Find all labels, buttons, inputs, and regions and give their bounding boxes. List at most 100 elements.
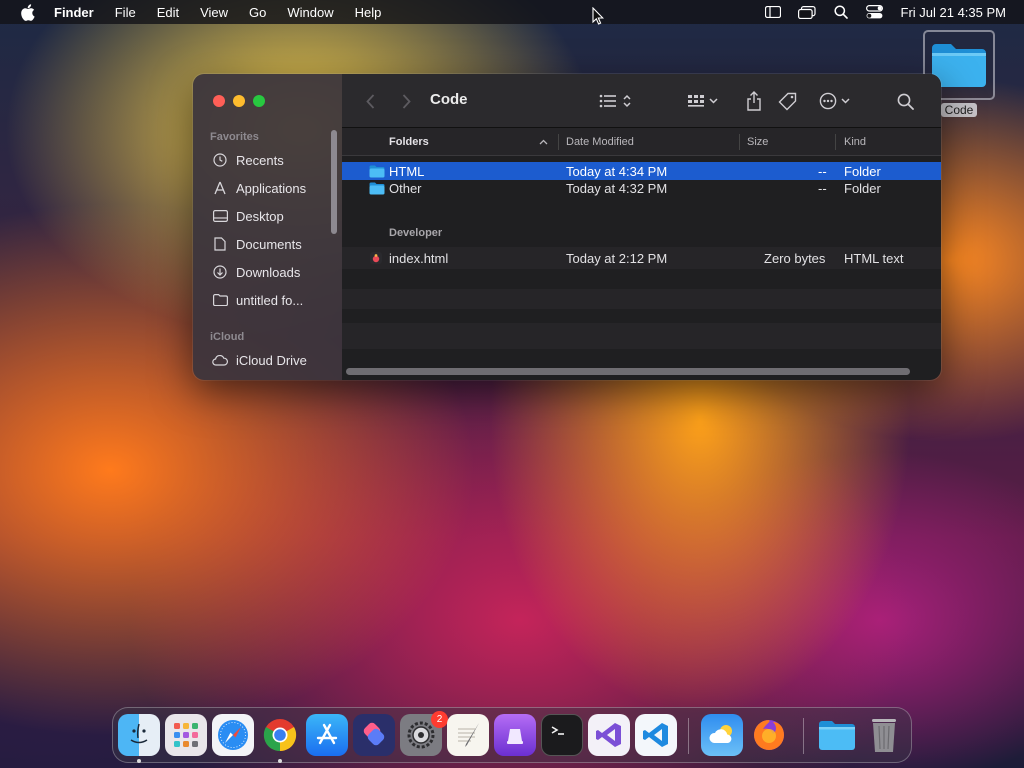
- running-indicator: [278, 759, 282, 763]
- file-name: index.html: [389, 250, 449, 266]
- menu-bar: Finder File Edit View Go Window Help Fri…: [0, 0, 1024, 24]
- close-window-button[interactable]: [213, 95, 225, 107]
- app-store-icon[interactable]: [306, 714, 348, 756]
- column-divider[interactable]: [558, 134, 559, 150]
- finder-icon[interactable]: [118, 714, 160, 756]
- forward-button[interactable]: [398, 90, 414, 112]
- screen-mirroring-icon[interactable]: [797, 3, 817, 21]
- menu-clock[interactable]: Fri Jul 21 4:35 PM: [901, 5, 1007, 20]
- empty-row-stripe: [342, 329, 941, 349]
- column-header-name[interactable]: Folders: [389, 128, 429, 156]
- firefox-icon[interactable]: [748, 714, 790, 756]
- visual-studio-icon[interactable]: [588, 714, 630, 756]
- chevron-left-icon: [365, 93, 374, 109]
- window-title: Code: [430, 91, 468, 108]
- sidebar-item-label: Desktop: [236, 208, 284, 224]
- column-header-row: Folders Date Modified Size Kind: [342, 128, 941, 156]
- control-center-icon[interactable]: [865, 3, 885, 21]
- list-view-icon: [599, 94, 631, 108]
- vscode-icon[interactable]: [635, 714, 677, 756]
- sidebar-item-label: Applications: [236, 180, 307, 196]
- sidebar-item-label: Recents: [236, 152, 284, 168]
- dock-separator: [803, 718, 804, 754]
- sidebar-item-icloud-drive[interactable]: iCloud Drive: [212, 349, 307, 371]
- column-header-date[interactable]: Date Modified: [566, 128, 634, 156]
- zoom-window-button[interactable]: [253, 95, 265, 107]
- sidebar-heading-favorites: Favorites: [210, 131, 259, 143]
- more-actions-button[interactable]: [819, 90, 855, 112]
- file-date: Today at 2:12 PM: [566, 250, 668, 266]
- sidebar-item-desktop[interactable]: Desktop: [212, 205, 284, 227]
- table-row[interactable]: Other Today at 4:32 PM -- Folder: [342, 179, 941, 197]
- window-controls: [213, 95, 265, 107]
- chrome-icon[interactable]: [259, 714, 301, 756]
- desktop-folder-label: Code: [940, 103, 978, 117]
- trash-icon[interactable]: [863, 714, 905, 756]
- finder-content: Code Folders Date Modified Size Kind HTM…: [342, 74, 941, 380]
- notification-badge: 2: [431, 711, 448, 728]
- sidebar-item-recents[interactable]: Recents: [212, 149, 284, 171]
- running-indicator: [137, 759, 141, 763]
- file-kind: Folder: [844, 163, 881, 179]
- file-size: --: [818, 180, 827, 196]
- sort-ascending-icon[interactable]: [539, 128, 548, 156]
- column-divider[interactable]: [835, 134, 836, 150]
- search-button[interactable]: [895, 90, 915, 112]
- download-icon: [212, 264, 228, 280]
- menu-view[interactable]: View: [200, 5, 228, 20]
- file-kind: HTML text: [844, 250, 904, 266]
- sidebar-list-icon[interactable]: [763, 3, 783, 21]
- file-list: HTML Today at 4:34 PM -- Folder Other To…: [342, 156, 941, 368]
- sidebar-item-untitled-folder[interactable]: untitled fo...: [212, 289, 303, 311]
- folder-icon: [369, 162, 385, 180]
- podcast-app-icon[interactable]: [494, 714, 536, 756]
- mouse-cursor-icon: [592, 7, 604, 25]
- column-divider[interactable]: [739, 134, 740, 150]
- sidebar-scrollbar[interactable]: [331, 130, 337, 234]
- sidebar-item-applications[interactable]: Applications: [212, 177, 306, 199]
- file-date: Today at 4:32 PM: [566, 180, 668, 196]
- sidebar-item-documents[interactable]: Documents: [212, 233, 302, 255]
- column-header-kind[interactable]: Kind: [844, 128, 866, 156]
- table-row[interactable]: index.html Today at 2:12 PM Zero bytes H…: [342, 247, 941, 269]
- apple-menu-icon[interactable]: [18, 3, 36, 21]
- file-date: Today at 4:34 PM: [566, 163, 668, 179]
- folder-icon: [369, 179, 385, 197]
- file-kind: Folder: [844, 180, 881, 196]
- back-button[interactable]: [362, 90, 378, 112]
- column-header-size[interactable]: Size: [747, 128, 768, 156]
- files-folder-icon[interactable]: [816, 714, 858, 756]
- launchpad-icon[interactable]: [165, 714, 207, 756]
- menu-go[interactable]: Go: [249, 5, 266, 20]
- menu-file[interactable]: File: [115, 5, 136, 20]
- cloud-icon: [212, 352, 228, 368]
- file-name: Other: [389, 180, 422, 196]
- view-options-button[interactable]: [598, 90, 638, 112]
- tags-button[interactable]: [777, 90, 797, 112]
- share-button[interactable]: [744, 90, 764, 112]
- safari-icon[interactable]: [212, 714, 254, 756]
- clock-icon: [212, 152, 228, 168]
- menu-window[interactable]: Window: [287, 5, 333, 20]
- sidebar-item-label: Documents: [236, 236, 302, 252]
- group-by-button[interactable]: [686, 90, 724, 112]
- sidebar-item-label: untitled fo...: [236, 292, 304, 308]
- horizontal-scrollbar[interactable]: [346, 368, 910, 375]
- menu-finder[interactable]: Finder: [54, 5, 94, 20]
- ellipsis-circle-icon: [819, 92, 850, 110]
- terminal-icon[interactable]: [541, 714, 583, 756]
- tag-icon: [778, 92, 796, 110]
- finder-toolbar: Code: [342, 74, 941, 128]
- minimize-window-button[interactable]: [233, 95, 245, 107]
- system-settings-icon[interactable]: 2: [400, 711, 448, 756]
- weather-icon[interactable]: [701, 714, 743, 756]
- menu-help[interactable]: Help: [355, 5, 382, 20]
- file-size: --: [818, 163, 827, 179]
- sidebar-item-downloads[interactable]: Downloads: [212, 261, 300, 283]
- folder-outline-icon: [212, 292, 228, 308]
- textedit-icon[interactable]: [447, 714, 489, 756]
- shortcuts-icon[interactable]: [353, 714, 395, 756]
- spotlight-search-icon[interactable]: [831, 3, 851, 21]
- table-row[interactable]: HTML Today at 4:34 PM -- Folder: [342, 162, 941, 180]
- menu-edit[interactable]: Edit: [157, 5, 179, 20]
